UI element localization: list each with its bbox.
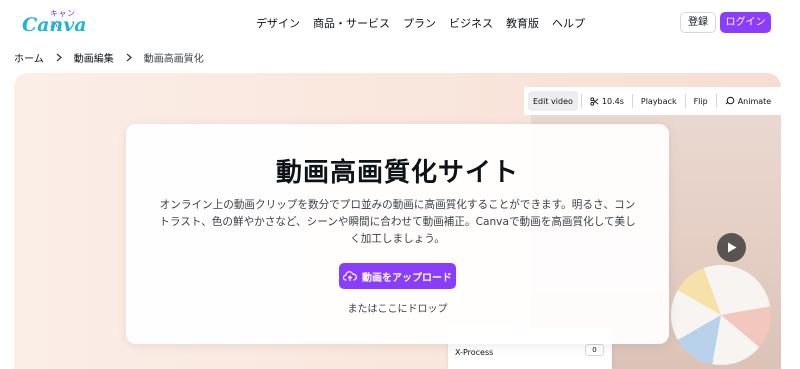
- nav-item-education[interactable]: 教育版: [506, 15, 539, 31]
- chevron-right-icon: [56, 53, 62, 62]
- register-button[interactable]: 登録: [680, 12, 716, 33]
- page-title: 動画高画質化サイト: [275, 158, 519, 188]
- animate-button[interactable]: Animate: [720, 91, 777, 111]
- xprocess-label: X-Process: [455, 348, 494, 357]
- edit-video-button[interactable]: Edit video: [528, 91, 578, 111]
- breadcrumb: ホーム 動画編集 動画高画質化: [14, 50, 204, 65]
- login-button[interactable]: ログイン: [720, 12, 771, 33]
- main-nav: デザイン 商品・サービス プラン ビジネス 教育版 ヘルプ: [256, 15, 598, 31]
- upload-video-label: 動画をアップロード: [362, 272, 452, 284]
- breadcrumb-current: 動画高画質化: [143, 54, 204, 65]
- hero-card: 動画高画質化サイト オンライン上の動画クリップを数分でプロ並みの動画に高画質化す…: [126, 124, 669, 344]
- drop-hint: またはここにドロップ: [347, 304, 448, 315]
- canva-logo[interactable]: キャンバ Canva: [22, 8, 87, 38]
- toolbar-divider: [715, 94, 717, 108]
- site-header: キャンバ Canva デザイン 商品・サービス プラン ビジネス 教育版 ヘルプ…: [0, 0, 800, 44]
- breadcrumb-home[interactable]: ホーム: [14, 50, 44, 65]
- nav-item-help[interactable]: ヘルプ: [552, 15, 585, 31]
- hero-section: Edit video 10.4s Playback Flip Animate X…: [14, 73, 781, 369]
- toolbar-divider: [580, 94, 582, 108]
- chevron-right-icon: [126, 53, 132, 62]
- animate-label: Animate: [737, 96, 772, 106]
- flip-button[interactable]: Flip: [689, 91, 713, 111]
- playback-button[interactable]: Playback: [636, 91, 682, 111]
- nav-item-business[interactable]: ビジネス: [449, 15, 493, 31]
- page-description: オンライン上の動画クリップを数分でプロ並みの動画に高画質化することができます。明…: [159, 199, 636, 245]
- nav-item-products[interactable]: 商品・サービス: [313, 15, 390, 31]
- cloud-upload-icon: [343, 271, 357, 281]
- editor-toolbar: Edit video 10.4s Playback Flip Animate: [524, 87, 781, 115]
- toolbar-divider: [631, 94, 633, 108]
- toolbar-divider: [684, 94, 686, 108]
- play-button[interactable]: [717, 233, 746, 262]
- trim-duration-button[interactable]: 10.4s: [585, 91, 629, 111]
- scissors-icon: [590, 96, 599, 106]
- nav-item-design[interactable]: デザイン: [256, 15, 300, 31]
- upload-video-button[interactable]: 動画をアップロード: [339, 263, 456, 289]
- logo-wordmark: Canva: [22, 14, 87, 36]
- xprocess-value-input[interactable]: 0: [585, 344, 604, 356]
- beach-ball-image: [671, 265, 771, 365]
- nav-item-plans[interactable]: プラン: [403, 15, 436, 31]
- duration-label: 10.4s: [601, 96, 624, 106]
- play-icon: [727, 242, 736, 253]
- breadcrumb-video-editing[interactable]: 動画編集: [74, 50, 114, 65]
- animate-icon: [725, 96, 735, 105]
